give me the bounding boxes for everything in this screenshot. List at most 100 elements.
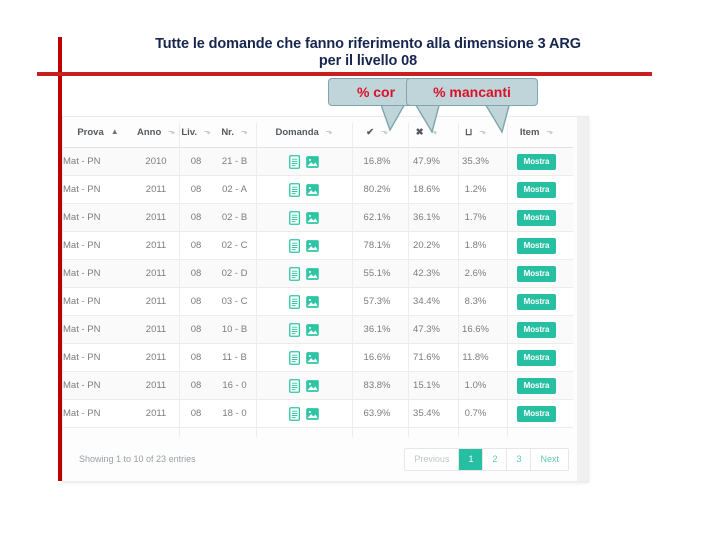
document-icon[interactable] [289,350,302,365]
cell-mancanti: 16.6% [451,315,500,344]
cell-prova: Mat - PN [63,287,133,316]
cell-item: Mostra [500,231,573,260]
cell-domanda [256,175,352,204]
cell-prova: Mat - PN [63,399,133,428]
mostra-button[interactable]: Mostra [516,405,557,422]
cell-errate: 47.9% [402,147,451,176]
cell-domanda [256,287,352,316]
table-row[interactable]: Mat - PN 2011 08 16 - 0 83.8% 15.1% 1.0% Mostra [63,371,573,400]
callout-mancanti-label: % mancanti [433,84,511,100]
pagination-2[interactable]: 2 [483,448,508,470]
pagination-3[interactable]: 3 [507,448,532,470]
cell-errate: 15.1% [402,371,451,400]
document-icon[interactable] [289,322,302,337]
table-footer: Showing 1 to 10 of 23 entries Previous 1 2… [63,437,579,481]
cell-anno: 2011 [133,259,179,288]
cell-liv: 08 [179,343,213,372]
cell-item: Mostra [500,175,573,204]
col-header-nr[interactable]: Nr. ⬎ [213,117,256,148]
col-header-prova[interactable]: Prova ▲ [63,117,133,148]
table-row[interactable]: Mat - PN 2011 08 02 - D 55.1% 42.3% 2.6% Mostra [63,259,573,288]
mostra-button[interactable]: Mostra [516,237,557,254]
document-icon[interactable] [289,294,302,309]
results-table: Prova ▲ Anno ⬎ Liv. ⬎ Nr. ⬎ Domanda ⬎ ✔ … [63,117,573,428]
cell-anno: 2011 [133,287,179,316]
image-icon[interactable] [306,351,319,365]
image-icon[interactable] [306,379,319,393]
cell-item: Mostra [500,147,573,176]
data-table-card: Prova ▲ Anno ⬎ Liv. ⬎ Nr. ⬎ Domanda ⬎ ✔ … [62,116,589,482]
cell-nr: 21 - B [213,147,256,176]
cell-mancanti: 1.8% [451,231,500,260]
callout-mancanti[interactable]: % mancanti [406,78,538,140]
image-icon[interactable] [306,407,319,421]
mostra-button[interactable]: Mostra [516,377,557,394]
mostra-button[interactable]: Mostra [516,349,557,366]
pagination-next[interactable]: Next [531,449,568,470]
table-row[interactable]: Mat - PN 2011 08 02 - B 62.1% 36.1% 1.7% Mostra [63,203,573,232]
sort-both-icon: ⬎ [203,127,211,136]
cell-mancanti: 0.7% [451,399,500,428]
domanda-icons [256,182,352,197]
cell-prova: Mat - PN [63,259,133,288]
pagination-previous[interactable]: Previous [405,448,460,470]
mostra-button[interactable]: Mostra [516,265,557,282]
image-icon[interactable] [306,295,319,309]
entries-info: Showing 1 to 10 of 23 entries [79,454,196,464]
table-body: Mat - PN 2010 08 21 - B 16.8% 47.9% 35.3% Mostr… [63,147,573,428]
sort-asc-icon: ▲ [110,127,119,136]
cell-prova: Mat - PN [63,203,133,232]
col-header-anno[interactable]: Anno ⬎ [133,117,179,148]
cell-errate: 34.4% [402,287,451,316]
image-icon[interactable] [306,267,319,281]
cell-item: Mostra [500,371,573,400]
table-row[interactable]: Mat - PN 2011 08 11 - B 16.6% 71.6% 11.8% Mostr… [63,343,573,372]
col-header-liv[interactable]: Liv. ⬎ [179,117,213,148]
cell-prova: Mat - PN [63,231,133,260]
mostra-button[interactable]: Mostra [516,293,557,310]
cell-anno: 2011 [133,175,179,204]
cell-errate: 18.6% [402,175,451,204]
document-icon[interactable] [289,238,302,253]
domanda-icons [256,378,352,393]
document-icon[interactable] [289,378,302,393]
domanda-icons [256,322,352,337]
cell-nr: 10 - B [213,315,256,344]
cell-nr: 16 - 0 [213,371,256,400]
mostra-button[interactable]: Mostra [516,153,557,170]
document-icon[interactable] [289,210,302,225]
table-row[interactable]: Mat - PN 2011 08 02 - A 80.2% 18.6% 1.2% Mostra [63,175,573,204]
domanda-icons [256,210,352,225]
image-icon[interactable] [306,155,319,169]
cell-nr: 02 - B [213,203,256,232]
image-icon[interactable] [306,211,319,225]
pagination[interactable]: Previous 1 2 3 Next [404,447,569,471]
document-icon[interactable] [289,266,302,281]
cell-liv: 08 [179,287,213,316]
image-icon[interactable] [306,239,319,253]
table-row[interactable]: Mat - PN 2010 08 21 - B 16.8% 47.9% 35.3% Mostr… [63,147,573,176]
cell-corrette: 57.3% [352,287,402,316]
table-row[interactable]: Mat - PN 2011 08 02 - C 78.1% 20.2% 1.8% Mostra [63,231,573,260]
table-row[interactable]: Mat - PN 2011 08 18 - 0 63.9% 35.4% 0.7% Mostra [63,399,573,428]
cell-nr: 03 - C [213,287,256,316]
document-icon[interactable] [289,182,302,197]
table-row[interactable]: Mat - PN 2011 08 03 - C 57.3% 34.4% 8.3% Mostra [63,287,573,316]
cell-liv: 08 [179,399,213,428]
cell-anno: 2010 [133,147,179,176]
document-icon[interactable] [289,154,302,169]
cell-domanda [256,231,352,260]
mostra-button[interactable]: Mostra [516,321,557,338]
domanda-icons [256,294,352,309]
vertical-scrollbar[interactable] [577,117,588,481]
mostra-button[interactable]: Mostra [516,209,557,226]
image-icon[interactable] [306,183,319,197]
image-icon[interactable] [306,323,319,337]
table-row[interactable]: Mat - PN 2011 08 10 - B 36.1% 47.3% 16.6% Mostr… [63,315,573,344]
document-icon[interactable] [289,406,302,421]
cell-item: Mostra [500,203,573,232]
mostra-button[interactable]: Mostra [516,181,557,198]
pagination-1[interactable]: 1 [459,448,484,470]
sort-both-icon: ⬎ [168,127,175,136]
cell-errate: 35.4% [402,399,451,428]
